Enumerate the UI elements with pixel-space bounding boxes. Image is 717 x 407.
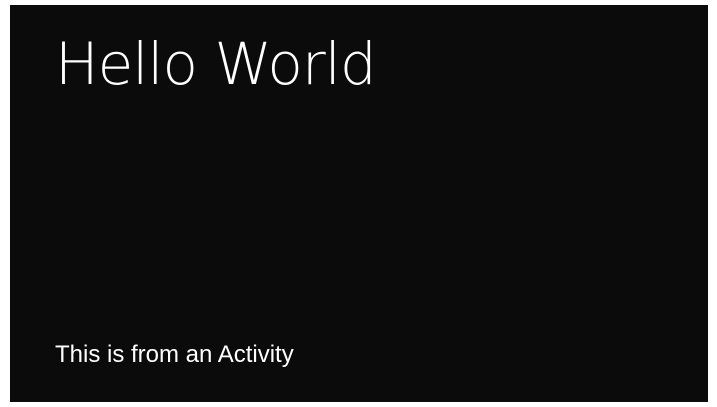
card-footnote: This is from an Activity [55,341,294,368]
window-frame: Hello World This is from an Activity [0,0,717,407]
glass-card[interactable]: Hello World This is from an Activity [10,5,708,402]
card-headline: Hello World [55,30,377,98]
